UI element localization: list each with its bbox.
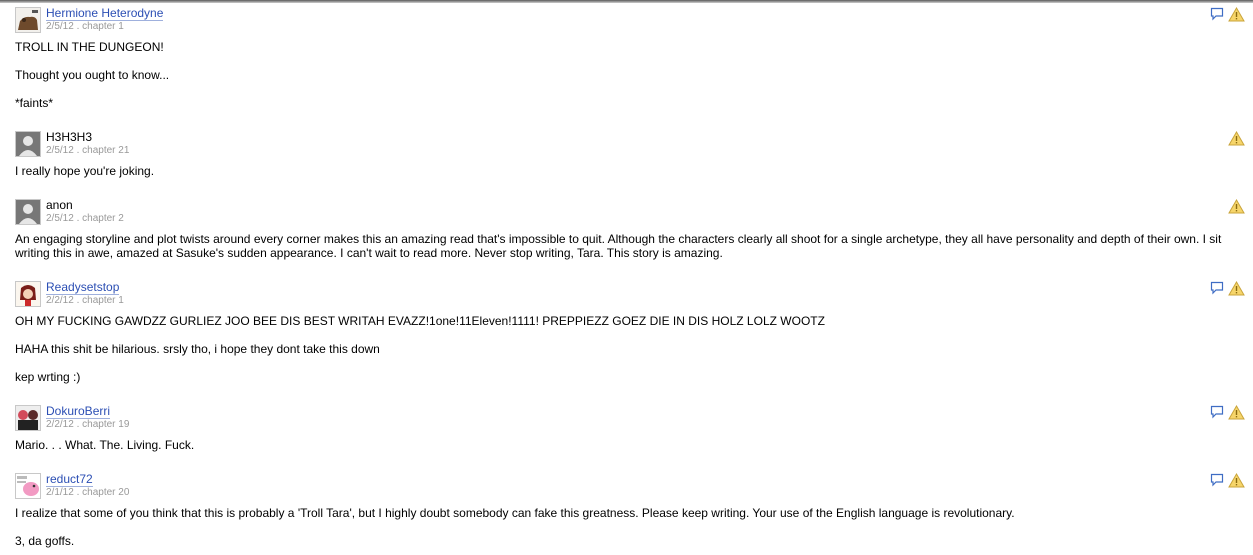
review-meta: 2/1/12 . chapter 20 <box>46 487 129 499</box>
warning-icon[interactable] <box>1228 472 1245 488</box>
user-avatar[interactable] <box>15 7 41 33</box>
review-text: OH MY FUCKING GAWDZZ GURLIEZ JOO BEE DIS… <box>15 314 825 328</box>
top-shadow <box>0 0 1253 3</box>
review-chapter: chapter 2 <box>82 213 124 224</box>
user-avatar[interactable] <box>15 405 41 431</box>
reviewer-name: H3H3H3 <box>46 130 93 144</box>
meta-separator: . <box>73 145 83 156</box>
review-chapter: chapter 19 <box>82 419 130 430</box>
review-text: I realize that some of you think that th… <box>15 506 1015 520</box>
meta-separator: . <box>73 487 83 498</box>
reply-icon[interactable] <box>1210 281 1224 295</box>
user-avatar[interactable] <box>15 281 41 307</box>
review-date: 2/2/12 <box>46 295 74 306</box>
review-date: 2/5/12 <box>46 21 74 32</box>
review-text: *faints* <box>15 96 54 110</box>
review-text: kep wrting :) <box>15 370 81 384</box>
review-text: I really hope you're joking. <box>15 164 155 178</box>
review-text: Thought you ought to know... <box>15 68 170 82</box>
review-date: 2/5/12 <box>46 213 74 224</box>
reply-icon[interactable] <box>1210 405 1224 419</box>
warning-icon[interactable] <box>1228 6 1245 22</box>
review-chapter: chapter 20 <box>82 487 130 498</box>
warning-icon[interactable] <box>1228 198 1245 214</box>
review-text: TROLL IN THE DUNGEON! <box>15 40 164 54</box>
review-text: HAHA this shit be hilarious. srsly tho, … <box>15 342 380 356</box>
review-date: 2/1/12 <box>46 487 74 498</box>
warning-icon[interactable] <box>1228 404 1245 420</box>
review-date: 2/2/12 <box>46 419 74 430</box>
warning-icon[interactable] <box>1228 130 1245 146</box>
reply-icon[interactable] <box>1210 473 1224 487</box>
meta-separator: . <box>73 21 83 32</box>
warning-icon[interactable] <box>1228 280 1245 296</box>
review-chapter: chapter 1 <box>82 295 124 306</box>
review-meta: 2/5/12 . chapter 21 <box>46 145 129 157</box>
review-text: An engaging storyline and plot twists ar… <box>15 232 1222 260</box>
review-text: Mario. . . What. The. Living. Fuck. <box>15 438 195 452</box>
meta-separator: . <box>73 419 83 430</box>
review-meta: 2/2/12 . chapter 19 <box>46 419 129 431</box>
review-chapter: chapter 1 <box>82 21 124 32</box>
user-avatar <box>15 131 41 157</box>
review-meta: 2/5/12 . chapter 1 <box>46 21 124 33</box>
review-chapter: chapter 21 <box>82 145 130 156</box>
review-meta: 2/2/12 . chapter 1 <box>46 295 124 307</box>
reviewer-name-link[interactable]: DokuroBerri <box>46 404 111 419</box>
review-date: 2/5/12 <box>46 145 74 156</box>
reviewer-name-link[interactable]: Readysetstop <box>46 280 120 295</box>
meta-separator: . <box>73 295 83 306</box>
reviewer-name: anon <box>46 198 73 212</box>
reviewer-name-link[interactable]: Hermione Heterodyne <box>46 6 164 21</box>
review-meta: 2/5/12 . chapter 2 <box>46 213 124 225</box>
review-text: 3, da goffs. <box>15 534 75 548</box>
user-avatar <box>15 199 41 225</box>
meta-separator: . <box>73 213 83 224</box>
user-avatar[interactable] <box>15 473 41 499</box>
reply-icon[interactable] <box>1210 7 1224 21</box>
reviewer-name-link[interactable]: reduct72 <box>46 472 93 487</box>
